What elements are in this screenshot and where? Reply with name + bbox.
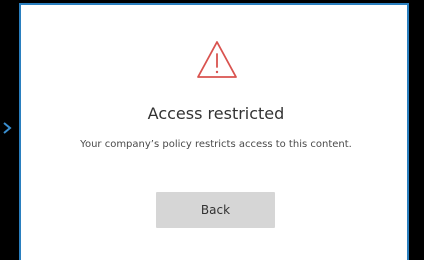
dialog-message: Your company’s policy restricts access t… — [80, 139, 352, 150]
chevron-right-icon[interactable] — [2, 121, 12, 135]
back-button[interactable]: Back — [156, 192, 275, 228]
dialog-title: Access restricted — [147, 104, 285, 123]
screen: Access restricted Your company’s policy … — [0, 0, 424, 260]
access-restricted-dialog: Access restricted Your company’s policy … — [19, 3, 409, 260]
warning-triangle-icon — [197, 41, 237, 78]
